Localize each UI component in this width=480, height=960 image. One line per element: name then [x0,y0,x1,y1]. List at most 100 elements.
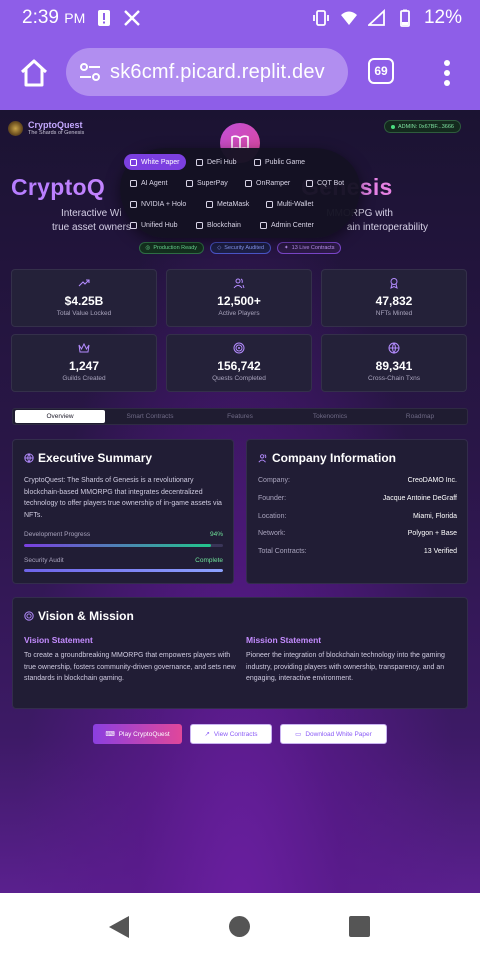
nav-item-white-paper[interactable]: White Paper [124,154,186,170]
tab-switcher-button[interactable]: 69 [368,58,394,84]
wallet-icon [206,200,213,208]
target-icon [233,342,245,354]
users-icon [258,454,267,463]
company-key: Total Contracts: [258,548,307,555]
nav-item-public-game[interactable]: Public Game [248,154,311,170]
signal-icon [367,9,385,26]
view-contracts-button[interactable]: ↗ View Contracts [190,724,272,744]
battery-percent: 12% [423,7,462,28]
stat-value: 89,341 [375,359,413,373]
recents-icon[interactable] [349,916,370,937]
nav-item-metamask[interactable]: MetaMask [200,196,255,212]
tab-smart-contracts[interactable]: Smart Contracts [105,410,195,423]
company-key: Location: [258,513,287,520]
tab-overview[interactable]: Overview [15,410,105,423]
stat-label: Guilds Created [62,375,106,382]
executive-summary-text: CryptoQuest: The Shards of Genesis is a … [24,477,222,519]
chart-icon [196,158,203,166]
dollar-icon [245,179,252,187]
company-key: Network: [258,530,286,537]
nav-item-admin-center[interactable]: Admin Center [254,217,320,233]
progress-value: 94% [209,531,223,538]
database-icon [196,221,203,229]
company-key: Company: [258,477,290,484]
gamepad-icon: ⌨ [105,731,115,738]
stat-label: Total Value Locked [56,310,112,317]
download-white-paper-button[interactable]: ▭ Download White Paper [280,724,387,744]
development-progress-bar [24,544,223,547]
brand-tagline: The Shards of Genesis [28,130,85,136]
users-icon [233,278,245,289]
executive-summary-title: Executive Summary [24,451,152,465]
nav-item-superpay[interactable]: SuperPay [180,175,234,191]
book-icon [130,158,137,166]
nav-item-multi-wallet[interactable]: Multi-Wallet [260,196,319,212]
brand[interactable]: CryptoQuest The Shards of Genesis [8,120,84,136]
award-icon [390,278,398,289]
company-value: Miami, Florida [413,513,457,520]
stat-value: 47,832 [375,294,413,308]
stat-card: 1,247 Guilds Created [11,334,157,392]
company-info-title: Company Information [258,451,396,465]
home-icon[interactable] [18,57,50,89]
system-nav-bar [0,893,480,960]
company-value: Polygon + Base [407,530,457,537]
stat-card: 89,341 Cross-Chain Txns [321,334,467,392]
home-button-icon[interactable] [229,916,250,937]
gear-icon [266,200,273,208]
executive-summary-panel: Executive Summary CryptoQuest: The Shard… [12,439,234,584]
site-settings-icon[interactable] [78,60,102,84]
stat-label: Quests Completed [212,375,266,382]
nav-menu: White Paper DeFi Hub Public Game AI Agen… [120,148,360,238]
nav-item-blockchain[interactable]: Blockchain [190,217,247,233]
vision-text: To create a groundbreaking MMORPG that e… [24,652,236,682]
web-page: CryptoQuest The Shards of Genesis ADMIN:… [0,110,480,893]
tab-tokenomics[interactable]: Tokenomics [285,410,375,423]
stat-card: 47,832 NFTs Minted [321,269,467,327]
address-bar[interactable]: sk6cmf.picard.replit.dev [66,48,348,96]
trending-up-icon [78,279,90,287]
vision-mission-panel: Vision & Mission Vision Statement To cre… [12,597,468,709]
bot-icon [130,179,137,187]
progress-value: Complete [195,557,223,564]
brand-name: CryptoQuest [28,120,83,130]
overflow-menu-icon[interactable] [437,57,457,89]
stat-value: 1,247 [68,359,100,373]
stat-card: $4.25B Total Value Locked [11,269,157,327]
stat-value: 156,742 [217,359,261,373]
sparkle-icon [130,200,137,208]
nav-item-nvidia-holo[interactable]: NVIDIA + Holo [124,196,192,212]
url-text: sk6cmf.picard.replit.dev [110,60,325,83]
back-icon[interactable] [107,914,131,940]
nav-item-cqt-bot[interactable]: CQT Bot [300,175,350,191]
security-audit-bar [24,569,223,572]
trend-icon [306,179,313,187]
play-cryptoquest-button[interactable]: ⌨ Play CryptoQuest [93,724,182,744]
target-icon [24,611,34,621]
progress-label: Security Audit [24,557,64,564]
zap-icon [186,179,193,187]
users-icon [254,158,261,166]
nav-item-onramper[interactable]: OnRamper [239,175,296,191]
tab-roadmap[interactable]: Roadmap [375,410,465,423]
badge-security-audited: ◇ Security Audited [210,242,272,254]
vision-mission-title: Vision & Mission [24,609,134,623]
brand-logo [8,120,23,136]
x-logo-icon [124,10,141,26]
badge-live-contracts: ✦ 13 Live Contracts [277,242,342,254]
company-value: 13 Verified [423,548,457,555]
mission-text: Pioneer the integration of blockchain te… [246,652,445,682]
nav-item-ai-agent[interactable]: AI Agent [124,175,173,191]
nav-item-defi-hub[interactable]: DeFi Hub [190,154,243,170]
globe-icon [24,453,34,463]
company-key: Founder: [258,495,287,502]
nav-item-unified-hub[interactable]: Unified Hub [124,217,184,233]
tab-features[interactable]: Features [195,410,285,423]
external-link-icon: ↗ [204,731,210,738]
stat-value: 12,500+ [217,294,261,308]
admin-wallet-badge[interactable]: ADMIN: 0x67BF...3666 [384,120,461,133]
status-time: 2:39 PM [22,7,86,28]
status-bar: 2:39 PM 12% [0,0,480,36]
stat-label: Cross-Chain Txns [368,375,420,382]
stat-card: 156,742 Quests Completed [166,334,312,392]
